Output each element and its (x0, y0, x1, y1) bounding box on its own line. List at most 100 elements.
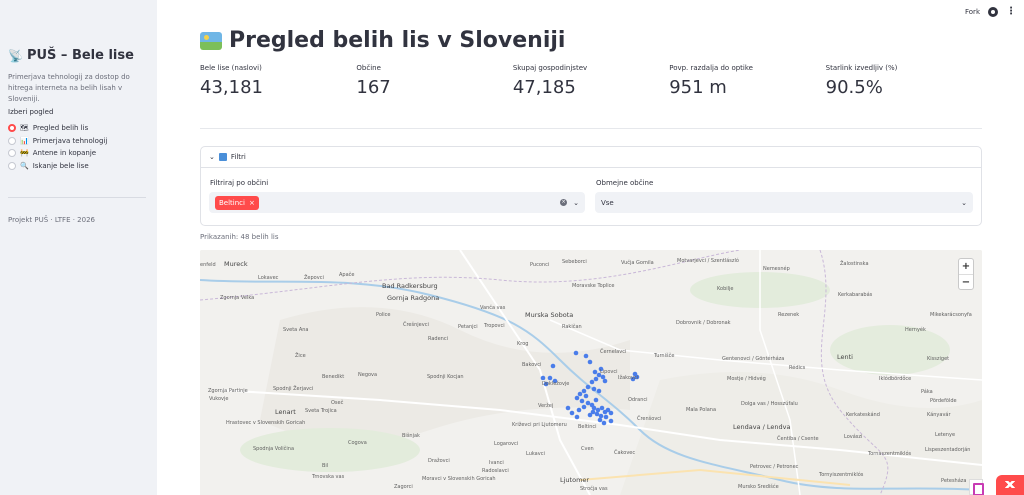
marker (569, 410, 575, 416)
map-label: Hernyék (905, 327, 926, 333)
map-label: Zagorci (394, 484, 413, 490)
map-label: Žepovci (304, 275, 324, 281)
map-label: Mursko Središće (738, 484, 779, 490)
app-status-icon[interactable] (969, 479, 984, 495)
expander-header[interactable]: ⌄ Filtri (201, 147, 981, 168)
select-controls: × ⌄ (560, 199, 579, 207)
municipality-multiselect[interactable]: Beltinci × × ⌄ (209, 192, 585, 213)
map-label: Lenart (275, 408, 296, 416)
map-label: Turnišče (654, 353, 675, 359)
magnifier-icon: 🔍 (20, 161, 29, 170)
marker (608, 418, 614, 424)
bar-chart-icon: 📊 (20, 136, 29, 145)
metric-bele-lise: Bele lise (naslovi) 43,181 (200, 64, 356, 98)
marker (583, 353, 589, 359)
nav-item-label: Primerjava tehnologij (32, 136, 108, 145)
map-label: Sveta Ana (283, 327, 309, 333)
map-label: Petesháza (941, 478, 967, 484)
map-label: Police (376, 312, 391, 318)
map-icon (200, 31, 222, 50)
zoom-out-button[interactable]: − (959, 274, 973, 289)
marker (581, 388, 587, 394)
marker (602, 378, 608, 384)
nav-item-iskanje[interactable]: 🔍 Iskanje bele lise (8, 160, 107, 173)
sidebar-divider (8, 197, 146, 198)
map-label: Negova (358, 372, 378, 378)
metric-value: 90.5% (825, 77, 883, 98)
marker (601, 420, 607, 426)
marker (579, 398, 585, 404)
map-label: Zgornja Velka (220, 295, 255, 301)
map-label: Kobilje (717, 286, 734, 292)
map-label: Lukavci (526, 451, 545, 457)
github-icon[interactable] (988, 7, 998, 17)
nav-item-primerjava[interactable]: 📊 Primerjava tehnologij (8, 135, 107, 148)
border-select[interactable]: Vse ⌄ (595, 192, 973, 213)
map-label: Páka (921, 389, 933, 395)
map-label: Logarovci (494, 441, 519, 447)
map-label: Iklódbördőce (879, 376, 912, 382)
marker (603, 414, 609, 420)
metric-obcine: Občine 167 (356, 64, 512, 98)
map-label: Radenci (428, 336, 448, 342)
metric-label: Občine (356, 64, 381, 72)
nav-item-label: Iskanje bele lise (32, 161, 89, 170)
map-label: Bišnjak (402, 433, 420, 439)
metric-value: 47,185 (512, 77, 576, 98)
nav-radio-group: 🗺 Pregled belih lis 📊 Primerjava tehnolo… (8, 122, 107, 172)
marker (574, 395, 580, 401)
marker (587, 359, 593, 365)
clear-icon[interactable]: × (560, 199, 568, 206)
map-view[interactable]: enfeld Mureck Lokavec Žepovci Apače Bad … (200, 250, 982, 495)
radio-icon[interactable] (8, 136, 16, 145)
streamlit-crown-icon[interactable] (996, 475, 1024, 495)
radio-icon[interactable] (8, 149, 16, 158)
map-label: enfeld (200, 262, 216, 268)
map-label: Mikekarácsonyfa (930, 312, 972, 318)
map-label: Hrastovec v Slovenskih Goricah (226, 420, 306, 426)
nav-item-antene[interactable]: 🚧 Antene in kopanje (8, 147, 107, 160)
map-label: Dražovci (428, 458, 450, 464)
marker (573, 350, 579, 356)
metric-starlink: Starlink izvedljiv (%) 90.5% (826, 64, 982, 98)
sidebar-footer: Projekt PUŠ · LTFE · 2026 (8, 216, 95, 224)
map-label: Cven (581, 446, 594, 452)
metric-label: Skupaj gospodinjstev (512, 64, 588, 72)
metric-label: Starlink izvedljiv (%) (825, 64, 898, 72)
map-label: Mala Polana (686, 407, 717, 413)
kebab-menu-icon[interactable]: ⋮ (1006, 7, 1016, 17)
map-label: Benedikt (322, 374, 345, 380)
map-label: Tornyiszentmiklós (819, 472, 864, 478)
filters-expander: ⌄ Filtri Filtriraj po občini Beltinci × … (200, 146, 982, 226)
map-label: Lovászi (844, 434, 863, 440)
map-label: Rezenek (778, 312, 800, 318)
map-label: Sebeborci (562, 259, 587, 265)
divider (200, 128, 982, 129)
zoom-in-button[interactable]: + (959, 259, 973, 274)
map-label: Ižakovci (618, 375, 639, 381)
chevron-down-icon[interactable]: ⌄ (961, 199, 967, 207)
map-label: Čakovec (614, 450, 636, 456)
nav-item-pregled[interactable]: 🗺 Pregled belih lis (8, 122, 107, 135)
tag-label: Beltinci (219, 198, 245, 207)
chevron-down-icon[interactable]: ⌄ (209, 153, 215, 161)
map-label: Cogova (348, 440, 367, 446)
metric-label: Povp. razdalja do optike (669, 64, 753, 72)
map-label: Lispeszentadorján (925, 447, 971, 453)
map-label: Stročja vas (580, 486, 608, 492)
map-label: Lenti (837, 353, 853, 361)
marker (581, 404, 587, 410)
nav-item-label: Antene in kopanje (32, 149, 97, 158)
map-label: Bil (322, 463, 329, 469)
marker (565, 405, 571, 411)
map-label: Čentiba / Csente (777, 436, 819, 442)
map-label: Nemesnép (763, 266, 790, 272)
marker (585, 400, 591, 406)
chevron-down-icon[interactable]: ⌄ (573, 199, 579, 207)
map-label: Kányavár (927, 412, 951, 418)
fork-link[interactable]: Fork (965, 8, 980, 16)
radio-selected-icon[interactable] (8, 124, 16, 133)
tag-remove-icon[interactable]: × (249, 199, 255, 207)
nav-label: Izberi pogled (8, 108, 54, 116)
radio-icon[interactable] (8, 161, 16, 170)
